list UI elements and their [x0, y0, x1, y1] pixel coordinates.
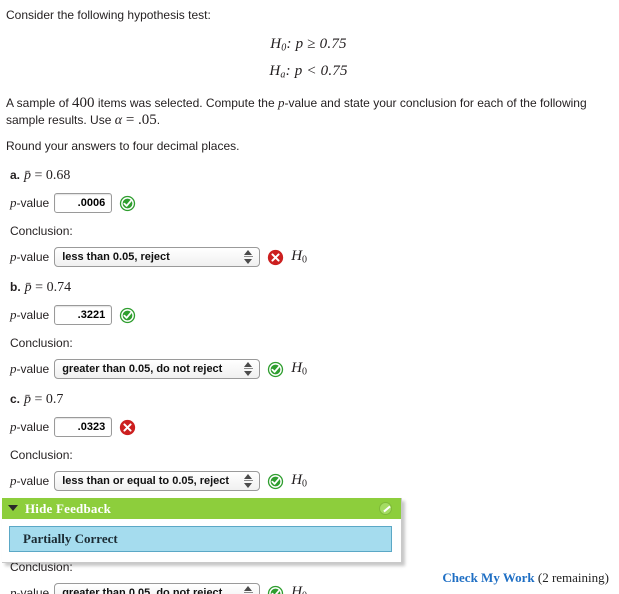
part-c-letter: c. — [10, 392, 21, 406]
part-b-label: b. p̄ = 0.74 — [10, 280, 611, 296]
incorrect-icon — [120, 419, 136, 435]
part-b-pvalue-input[interactable] — [54, 305, 113, 325]
part-a-pvalue-label: p-value — [10, 195, 50, 210]
intro-line: Consider the following hypothesis test: — [6, 8, 211, 22]
part-d-h0-label: H0 — [291, 584, 307, 594]
correct-icon — [268, 585, 284, 594]
check-my-work-link[interactable]: Check My Work — [442, 570, 534, 585]
problem-statement-end: . — [156, 113, 161, 127]
part-c-stat-value: 0.7 — [45, 392, 64, 407]
null-hypothesis-symbol: H — [270, 36, 282, 52]
part-b-conclusion-select[interactable]: greater than 0.05, do not reject — [54, 359, 261, 379]
part-d-conclusion-label: p-value — [10, 585, 50, 594]
part-a-conclusion-heading: Conclusion: — [10, 224, 73, 238]
part-d-conclusion-select[interactable]: greater than 0.05, do not reject — [54, 583, 261, 594]
part-a-pvalue-row: p-value — [10, 193, 611, 213]
null-hypothesis: H0: p ≥ 0.75 — [6, 33, 611, 60]
part-c-pvalue-label: p-value — [10, 419, 50, 434]
feedback-result-text: Partially Correct — [23, 531, 118, 546]
part-a-conclusion-label: p-value — [10, 249, 50, 264]
part-c-h0-label: H0 — [291, 472, 308, 490]
part-b-pvalue-row: p-value — [10, 305, 611, 325]
part-b-conclusion-heading: Conclusion: — [10, 336, 73, 350]
part-c-conclusion-select-wrap: less than or equal to 0.05, reject — [54, 471, 261, 491]
alpha-symbol: α — [114, 113, 123, 128]
part-c-pvalue-input[interactable] — [54, 417, 113, 437]
part-a-h0-label: H0 — [291, 248, 308, 266]
correct-icon — [120, 307, 136, 323]
part-c-conclusion-label: p-value — [10, 473, 50, 488]
part-c-label: c. p̄ = 0.7 — [10, 392, 611, 408]
feedback-body: Partially Correct — [2, 519, 401, 562]
problem-statement: A sample of 400 items was selected. Comp… — [6, 94, 611, 129]
part-a-conclusion-row: p-value less than 0.05, reject H0 — [10, 247, 611, 267]
correct-icon — [268, 361, 284, 377]
correct-icon — [120, 195, 136, 211]
sample-size: 400 — [72, 95, 95, 111]
part-b-pvalue-label: p-value — [10, 307, 50, 322]
part-c-conclusion-row: p-value less than or equal to 0.05, reje… — [10, 471, 611, 491]
part-b-letter: b. — [10, 280, 21, 294]
feedback-toggle-header[interactable]: Hide Feedback — [2, 498, 401, 519]
part-a-stat-value: 0.68 — [45, 168, 71, 183]
part-b-h0-label: H0 — [291, 360, 308, 378]
part-a-conclusion-select[interactable]: less than 0.05, reject — [54, 247, 261, 267]
rounding-instruction: Round your answers to four decimal place… — [6, 139, 240, 153]
feedback-toggle-label: Hide Feedback — [25, 500, 112, 516]
part-d-conclusion-select-wrap: greater than 0.05, do not reject — [54, 583, 261, 594]
part-b-conclusion-row: p-value greater than 0.05, do not reject… — [10, 359, 611, 379]
feedback-result-box: Partially Correct — [9, 526, 392, 552]
check-my-work-footer: Check My Work (2 remaining) — [442, 570, 609, 586]
part-c-conclusion-select[interactable]: less than or equal to 0.05, reject — [54, 471, 261, 491]
part-c-conclusion-heading: Conclusion: — [10, 448, 73, 462]
part-c-equals: = — [34, 392, 43, 407]
part-b-conclusion-select-wrap: greater than 0.05, do not reject — [54, 359, 261, 379]
part-a-letter: a. — [10, 168, 21, 182]
incorrect-icon — [268, 249, 284, 265]
part-c-pvalue-row: p-value — [10, 417, 611, 437]
problem-statement-pre: A sample of — [6, 96, 73, 110]
alpha-value: = .05 — [122, 112, 157, 128]
part-a-label: a. p̄ = 0.68 — [10, 168, 611, 184]
hypothesis-block: H0: p ≥ 0.75 Ha: p < 0.75 — [6, 33, 611, 86]
question-page: Consider the following hypothesis test: … — [0, 0, 619, 594]
part-c-stat-symbol: p̄ — [24, 392, 32, 407]
part-b-equals: = — [35, 280, 44, 295]
part-b-stat-symbol: p̄ — [24, 280, 32, 295]
problem-statement-mid: items was selected. Compute the — [94, 96, 278, 110]
alternative-hypothesis: Ha: p < 0.75 — [6, 60, 611, 87]
part-a-conclusion-select-wrap: less than 0.05, reject — [54, 247, 261, 267]
triangle-down-icon — [8, 504, 18, 511]
pencil-icon[interactable] — [379, 502, 392, 515]
part-a-equals: = — [34, 168, 43, 183]
correct-icon — [268, 473, 284, 489]
alt-hypothesis-expression: : p < 0.75 — [285, 62, 348, 79]
null-hypothesis-expression: : p ≥ 0.75 — [286, 36, 347, 52]
alt-hypothesis-symbol: H — [269, 62, 281, 79]
part-a-stat-symbol: p̄ — [24, 168, 32, 183]
part-b-conclusion-label: p-value — [10, 361, 50, 376]
part-b-stat-value: 0.74 — [46, 280, 72, 295]
attempts-remaining: (2 remaining) — [534, 570, 609, 585]
feedback-panel: Hide Feedback Partially Correct — [2, 498, 402, 563]
part-a-pvalue-input[interactable] — [54, 193, 113, 213]
